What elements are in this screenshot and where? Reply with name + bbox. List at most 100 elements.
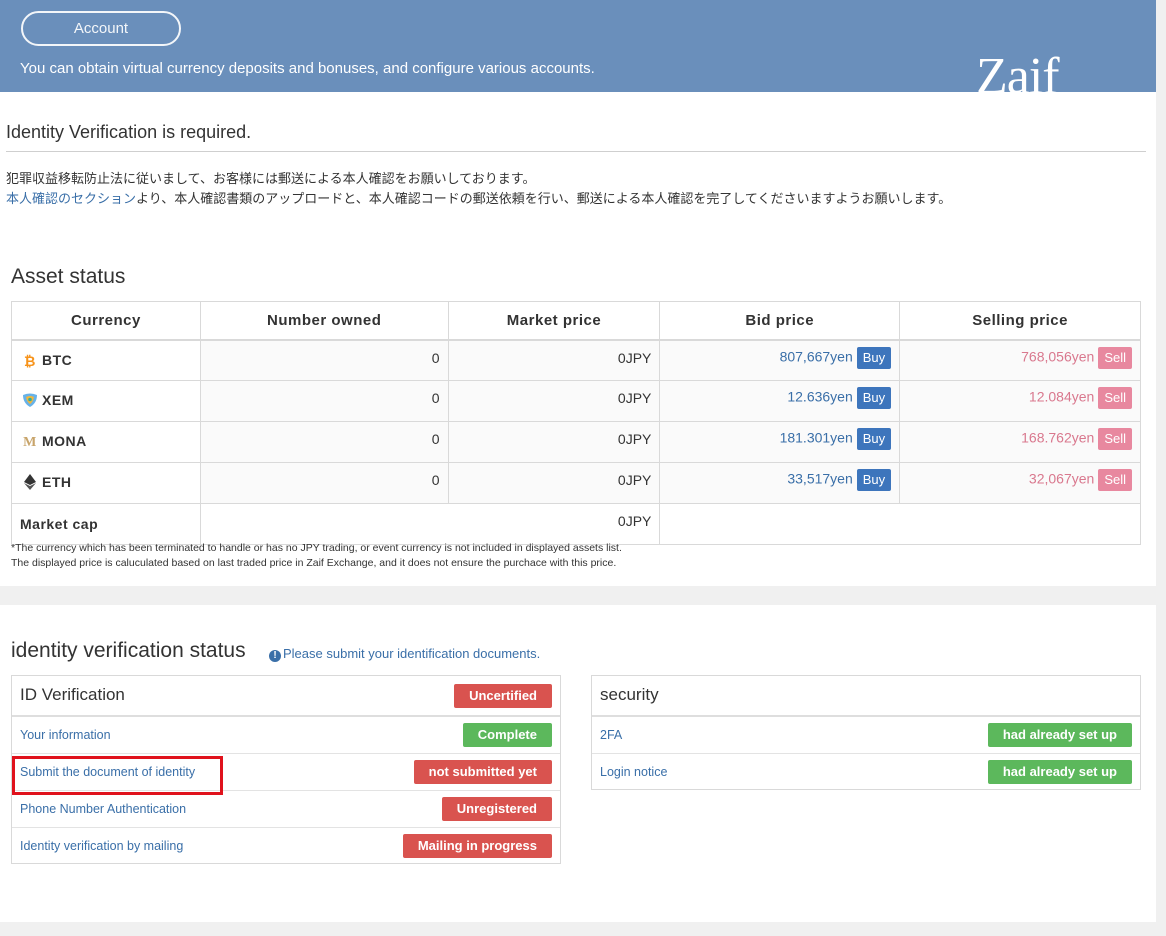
status-badge: had already set up (987, 760, 1132, 784)
bitcoin-icon: ₿ (24, 352, 36, 369)
status-badge: Complete (462, 723, 552, 747)
owned-cell: 0 (199, 462, 449, 504)
id-verification-panel: ID Verification Uncertified Your informa… (11, 675, 561, 864)
status-badge: Unregistered (441, 797, 552, 821)
buy-button[interactable]: Buy (856, 428, 892, 450)
phone-auth-link[interactable]: Phone Number Authentication (20, 802, 186, 816)
column-header: Number owned (199, 301, 449, 341)
sell-button[interactable]: Sell (1098, 387, 1132, 409)
verification-required-title: Identity Verification is required. (6, 122, 252, 142)
selling-price-cell: 12.084yen Sell (899, 380, 1141, 422)
status-badge: Uncertified (454, 684, 552, 708)
id-row-phone-auth: Phone Number Authentication Unregistered (12, 791, 560, 828)
mailing-verification-link[interactable]: Identity verification by mailing (20, 839, 183, 853)
market-price-cell: 0JPY (447, 380, 661, 422)
id-row-submit-document: Submit the document of identity not subm… (12, 754, 560, 791)
market-cap-row: Market cap 0JPY (11, 503, 1141, 545)
2fa-link[interactable]: 2FA (600, 728, 622, 742)
currency-cell: ETH (11, 462, 201, 504)
owned-cell: 0 (199, 421, 449, 463)
buy-button[interactable]: Buy (856, 387, 892, 409)
asset-note-2: The displayed price is caluculated based… (11, 557, 617, 569)
identity-section-link[interactable]: 本人確認のセクション (6, 191, 136, 206)
table-row: ETH 0 0JPY 33,517yen Buy 32,067yen Sell (11, 462, 1141, 504)
security-panel: security 2FA had already set up Login no… (591, 675, 1141, 790)
table-row: ₿ BTC 0 0JPY 807,667yen Buy 768,056yen Sell (11, 339, 1141, 381)
currency-cell: ₿ BTC (11, 339, 201, 381)
verification-notice-line2: 本人確認のセクションより、本人確認書類のアップロードと、本人確認コードの郵送依頼… (6, 188, 951, 207)
security-header: security (592, 676, 1140, 717)
currency-name: ETH (42, 473, 72, 490)
selling-price: 12.084yen (1028, 388, 1095, 405)
currency-cell: XEM (11, 380, 201, 422)
account-button[interactable]: Account (21, 11, 181, 46)
login-notice-link[interactable]: Login notice (600, 765, 667, 779)
bid-price-cell: 33,517yen Buy (659, 462, 901, 504)
selling-price: 768,056yen (1021, 348, 1095, 365)
asset-note-1: *The currency which has been terminated … (11, 542, 622, 554)
column-header: Market price (447, 301, 661, 341)
bid-price: 807,667yen (779, 348, 853, 365)
column-header: Bid price (659, 301, 901, 341)
id-verification-title: ID Verification (20, 685, 125, 704)
asset-table-header: Currency Number owned Market price Bid p… (11, 301, 1141, 341)
asset-status-title: Asset status (11, 265, 126, 288)
selling-price-cell: 32,067yen Sell (899, 462, 1141, 504)
security-title: security (600, 685, 659, 704)
monacoin-icon: M (23, 434, 37, 450)
divider (6, 151, 1146, 152)
bid-price: 12.636yen (787, 388, 853, 405)
selling-price: 32,067yen (1028, 470, 1095, 487)
identity-notice[interactable]: ! Please submit your identification docum… (269, 646, 540, 662)
column-header: Selling price (899, 301, 1141, 341)
selling-price: 168.762yen (1021, 429, 1095, 446)
market-cap-label: Market cap (11, 503, 201, 545)
column-header: Currency (11, 301, 201, 341)
selling-price-cell: 768,056yen Sell (899, 339, 1141, 381)
table-row: XEM 0 0JPY 12.636yen Buy 12.084yen Sell (11, 380, 1141, 422)
market-cap-value: 0JPY (199, 503, 661, 545)
owned-cell: 0 (199, 339, 449, 381)
bid-price-cell: 12.636yen Buy (659, 380, 901, 422)
header-banner: Account You can obtain virtual currency … (0, 0, 1156, 92)
security-row-2fa: 2FA had already set up (592, 717, 1140, 754)
zaif-logo: Zaif (976, 48, 1060, 92)
table-row: M MONA 0 0JPY 181.301yen Buy 168.762yen Sel… (11, 421, 1141, 463)
selling-price-cell: 168.762yen Sell (899, 421, 1141, 463)
nem-icon (20, 392, 40, 411)
bid-price-cell: 807,667yen Buy (659, 339, 901, 381)
verification-notice-line1: 犯罪収益移転防止法に従いまして、お客様には郵送による本人確認をお願いしております… (6, 171, 536, 186)
buy-button[interactable]: Buy (856, 346, 892, 369)
your-information-link[interactable]: Your information (20, 728, 111, 742)
owned-cell: 0 (199, 380, 449, 422)
verification-notice-line2-text: より、本人確認書類のアップロードと、本人確認コードの郵送依頼を行い、郵送による本… (136, 191, 952, 206)
submit-document-link[interactable]: Submit the document of identity (20, 765, 195, 779)
sell-button[interactable]: Sell (1098, 346, 1132, 369)
id-row-your-information: Your information Complete (12, 717, 560, 754)
identity-notice-text: Please submit your identification docume… (283, 646, 541, 661)
market-price-cell: 0JPY (447, 421, 661, 463)
currency-cell: M MONA (11, 421, 201, 463)
buy-button[interactable]: Buy (856, 469, 892, 491)
market-cap-empty (659, 503, 1141, 545)
status-badge: not submitted yet (413, 760, 552, 784)
status-badge: had already set up (987, 723, 1132, 747)
identity-status-title: identity verification status (11, 639, 246, 662)
sell-button[interactable]: Sell (1098, 469, 1132, 491)
asset-table: Currency Number owned Market price Bid p… (11, 301, 1141, 545)
bid-price: 33,517yen (787, 470, 853, 487)
info-icon: ! (269, 650, 281, 662)
sell-button[interactable]: Sell (1098, 428, 1132, 450)
currency-name: BTC (42, 351, 73, 368)
status-badge: Mailing in progress (402, 834, 552, 858)
market-price-cell: 0JPY (447, 339, 661, 381)
currency-name: MONA (42, 433, 87, 450)
bid-price: 181.301yen (779, 429, 853, 446)
header-description: You can obtain virtual currency deposits… (20, 60, 595, 77)
id-row-mailing: Identity verification by mailing Mailing… (12, 828, 560, 865)
bid-price-cell: 181.301yen Buy (659, 421, 901, 463)
security-row-login-notice: Login notice had already set up (592, 754, 1140, 791)
market-price-cell: 0JPY (447, 462, 661, 504)
ethereum-icon (20, 473, 40, 493)
currency-name: XEM (42, 391, 74, 408)
